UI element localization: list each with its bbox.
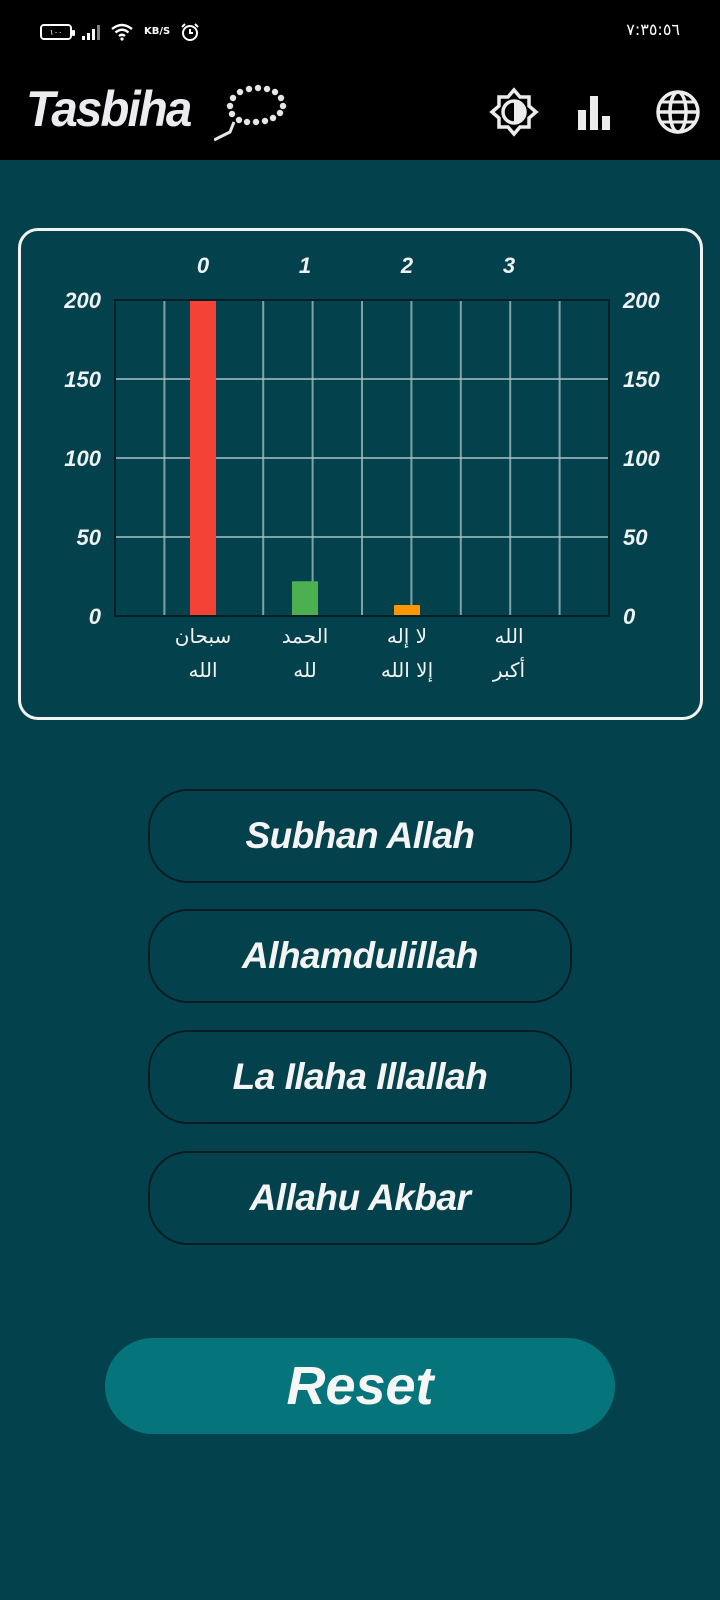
category-label-1-0: الحمد [282, 624, 329, 648]
la-ilaha-illallah-button[interactable]: La Ilaha Illallah [148, 1030, 572, 1124]
alhamdulillah-button[interactable]: Alhamdulillah [148, 909, 572, 1003]
y-tick-right-4: 200 [622, 288, 660, 313]
x-top-label-2: 2 [400, 253, 414, 278]
subhan-allah-button[interactable]: Subhan Allah [148, 789, 572, 883]
category-label-2-1: إلا الله [381, 658, 433, 683]
bar-1 [292, 581, 318, 616]
alarm-icon [181, 23, 199, 41]
status-icons: ١٠٠ KB/S [40, 22, 200, 42]
category-label-0-0: سبحان [175, 624, 231, 648]
y-tick-right-0: 0 [623, 604, 636, 629]
bar-2 [394, 604, 420, 616]
battery-level: ١٠٠ [49, 27, 63, 37]
category-label-3-1: أكبر [492, 657, 525, 682]
y-tick-right-2: 100 [623, 446, 660, 471]
category-label-1-1: لله [293, 658, 316, 682]
category-label-3-0: الله [495, 624, 524, 648]
app-bar: Tasbiha [0, 64, 720, 160]
y-tick-left-4: 200 [63, 288, 101, 313]
x-top-label-1: 1 [299, 253, 311, 278]
signal-icon [82, 24, 100, 40]
allahu-akbar-button[interactable]: Allahu Akbar [148, 1151, 572, 1245]
network-speed: KB/S [144, 26, 171, 37]
y-tick-right-1: 50 [623, 525, 648, 550]
tasbih-bar-chart: 0 0 50 50 100 100 150 150 200 200 0 1 2 3 سبحان الله الح… [63, 253, 660, 683]
category-label-0-1: الله [189, 658, 218, 682]
clock: ٧:٣٥:٥٦ [626, 20, 680, 39]
tasbih-chart-card: 0 0 50 50 100 100 150 150 200 200 0 1 2 3 سبحان الله الح… [18, 228, 703, 720]
x-top-label-0: 0 [197, 253, 210, 278]
y-tick-left-3: 150 [64, 367, 101, 392]
prayer-beads-icon [214, 84, 287, 142]
reset-button[interactable]: Reset [105, 1338, 615, 1434]
globe-icon [656, 90, 700, 134]
y-tick-right-3: 150 [623, 367, 660, 392]
x-top-label-3: 3 [503, 253, 515, 278]
category-label-2-0: لا إله [387, 624, 427, 649]
brightness-button[interactable] [488, 86, 540, 138]
app-title: Tasbiha [26, 81, 192, 137]
battery-icon: ١٠٠ [40, 24, 75, 40]
wifi-icon [111, 23, 133, 41]
y-tick-left-2: 100 [64, 446, 101, 471]
brightness-icon [489, 87, 539, 137]
bar-chart-icon [578, 96, 610, 130]
y-tick-left-0: 0 [89, 604, 102, 629]
y-tick-left-1: 50 [77, 525, 102, 550]
stats-button[interactable] [568, 86, 620, 138]
language-button[interactable] [652, 86, 704, 138]
bar-0 [190, 300, 216, 616]
status-bar: ١٠٠ KB/S ٧:٣٥:٥٦ [0, 0, 720, 64]
